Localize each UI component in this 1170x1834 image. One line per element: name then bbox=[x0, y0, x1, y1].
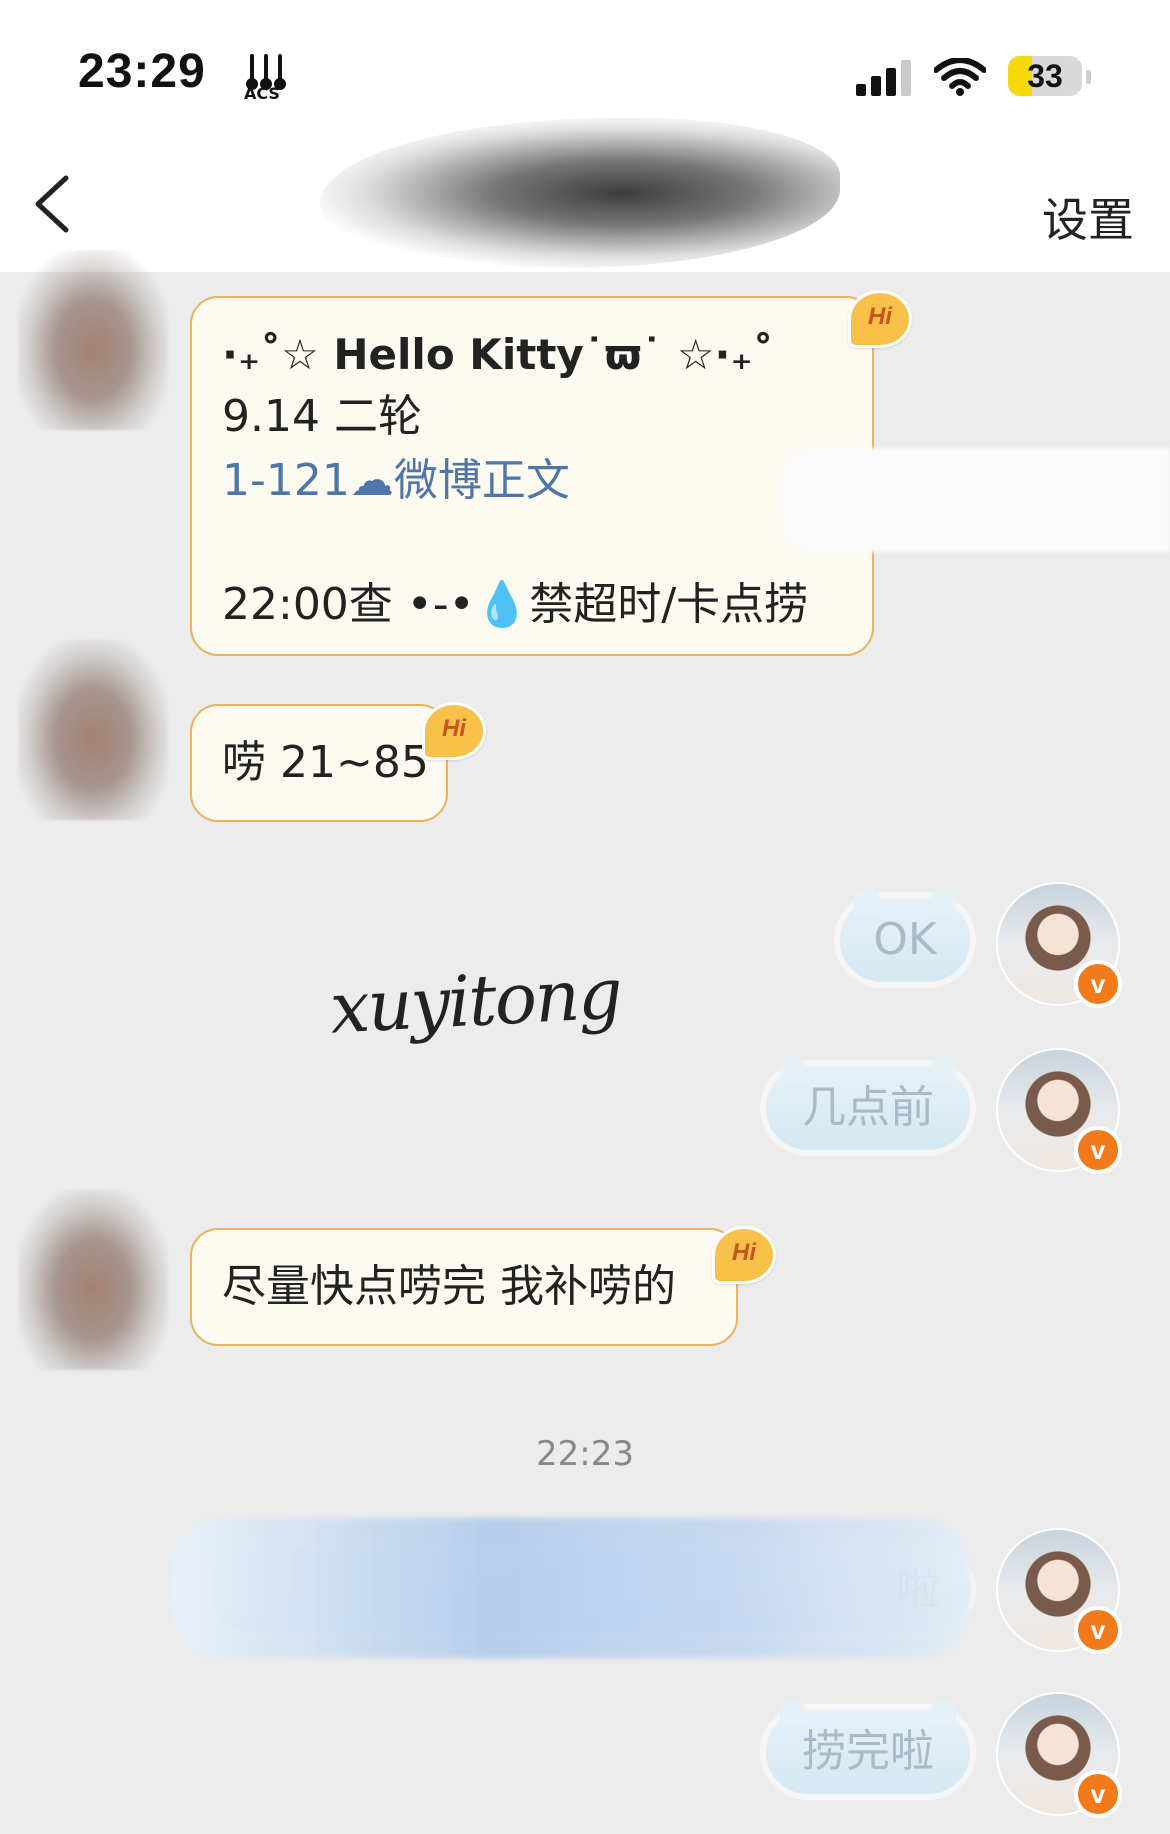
message-link[interactable]: 1-121☁微博正文 bbox=[222, 450, 872, 512]
signal-icon bbox=[856, 60, 911, 96]
verified-badge-icon: v bbox=[1074, 960, 1122, 1008]
message-line bbox=[222, 512, 872, 574]
chevron-left-icon[interactable] bbox=[30, 172, 74, 236]
hi-badge: Hi bbox=[422, 702, 486, 760]
acs-icon: ACS bbox=[244, 54, 286, 100]
message-line: 22:00查 •-•💧禁超时/卡点捞 bbox=[222, 579, 809, 630]
message-line: 9.14 二轮 bbox=[222, 391, 422, 442]
avatar[interactable] bbox=[18, 640, 168, 820]
avatar-self[interactable]: v bbox=[998, 1530, 1122, 1654]
wifi-icon bbox=[934, 58, 986, 96]
avatar-self[interactable]: v bbox=[998, 1694, 1122, 1818]
hi-badge: Hi bbox=[848, 290, 912, 348]
battery-nub bbox=[1086, 70, 1091, 84]
message-bubble[interactable]: ·₊˚☆ Hello Kitty˙ϖ˙ ☆·₊˚ 9.14 二轮 1-121☁微… bbox=[190, 296, 874, 656]
hi-badge: Hi bbox=[712, 1226, 776, 1284]
message-bubble[interactable]: 唠 21~85 bbox=[190, 704, 448, 822]
outgoing-bubble[interactable]: 几点前 bbox=[766, 1056, 970, 1150]
verified-badge-icon: v bbox=[1074, 1606, 1122, 1654]
message-bubble[interactable]: 尽量快点唠完 我补唠的 bbox=[190, 1228, 738, 1346]
message-text: 尽量快点唠完 我补唠的 bbox=[222, 1261, 676, 1312]
svg-text:ACS: ACS bbox=[244, 84, 280, 100]
message-text: 唠 21~85 bbox=[222, 737, 429, 788]
avatar[interactable] bbox=[18, 250, 168, 430]
settings-button[interactable]: 设置 bbox=[1042, 184, 1134, 250]
avatar-self[interactable]: v bbox=[998, 1050, 1122, 1174]
timestamp: 22:23 bbox=[536, 1434, 634, 1474]
redaction-mark bbox=[778, 448, 1170, 552]
verified-badge-icon: v bbox=[1074, 1770, 1122, 1818]
avatar-self[interactable]: v bbox=[998, 884, 1122, 1008]
battery-icon: 33 bbox=[1008, 56, 1082, 96]
redaction-mark bbox=[170, 1518, 970, 1658]
verified-badge-icon: v bbox=[1074, 1126, 1122, 1174]
outgoing-bubble[interactable]: 捞完啦 bbox=[766, 1700, 970, 1794]
battery-level: 33 bbox=[1027, 58, 1063, 94]
message-line: ·₊˚☆ Hello Kitty˙ϖ˙ ☆·₊˚ bbox=[222, 330, 774, 379]
outgoing-bubble[interactable]: OK bbox=[840, 888, 970, 982]
watermark-signature: xuyitong bbox=[328, 952, 623, 1050]
status-time: 23:29 bbox=[78, 45, 206, 98]
avatar[interactable] bbox=[18, 1190, 168, 1370]
